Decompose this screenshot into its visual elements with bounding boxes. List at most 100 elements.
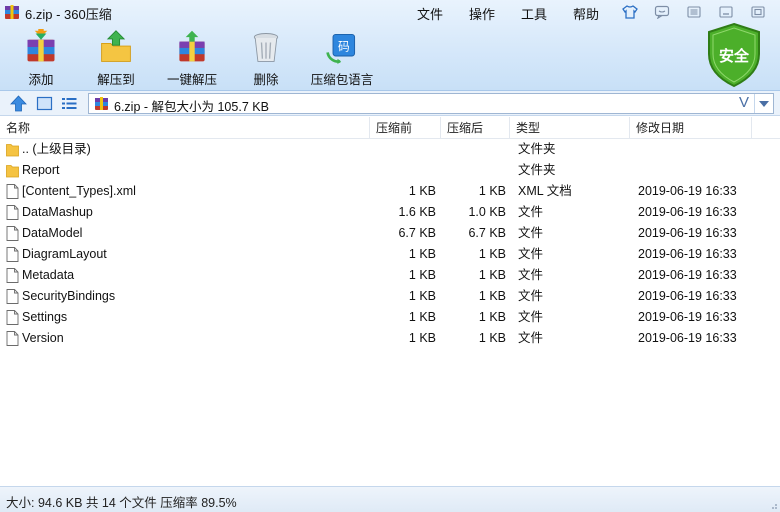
file-icon xyxy=(6,226,19,241)
table-row[interactable]: SecurityBindings 1 KB 1 KB 文件 2019-06-19… xyxy=(0,286,780,307)
safe-badge[interactable]: 安全 xyxy=(705,22,763,88)
file-name: DiagramLayout xyxy=(22,247,107,261)
one-click-extract-icon xyxy=(179,30,205,62)
delete-button[interactable]: 删除 xyxy=(244,26,288,88)
table-row[interactable]: .. (上级目录) 文件夹 xyxy=(0,139,780,160)
size-before: 6.7 KB xyxy=(398,226,436,240)
table-row[interactable]: Report 文件夹 xyxy=(0,160,780,181)
column-type[interactable]: 类型 xyxy=(510,117,630,139)
app-logo-icon xyxy=(5,5,19,19)
size-after xyxy=(442,139,506,160)
maximize-button[interactable] xyxy=(746,2,770,21)
size-after: 1 KB xyxy=(478,268,506,282)
file-type: 文件夹 xyxy=(518,142,556,156)
file-modified: 2019-06-19 16:33 xyxy=(638,226,737,240)
menu-bar: 文件 操作 工具 帮助 xyxy=(404,4,612,23)
size-before: 1 KB xyxy=(408,289,436,303)
file-name: [Content_Types].xml xyxy=(22,184,136,198)
size-before xyxy=(372,160,436,181)
file-type: 文件 xyxy=(518,247,544,261)
feedback-button[interactable] xyxy=(650,2,674,21)
table-row[interactable]: Version 1 KB 1 KB 文件 2019-06-19 16:33 xyxy=(0,328,780,349)
file-type: 文件 xyxy=(518,268,544,282)
svg-text:码: 码 xyxy=(338,40,350,54)
extract-to-label: 解压到 xyxy=(97,73,135,87)
hamburger-icon xyxy=(687,5,701,18)
file-type: 文件夹 xyxy=(518,163,556,177)
size-before xyxy=(372,139,436,160)
table-row[interactable]: Settings 1 KB 1 KB 文件 2019-06-19 16:33 xyxy=(0,307,780,328)
table-row[interactable]: DataMashup 1.6 KB 1.0 KB 文件 2019-06-19 1… xyxy=(0,202,780,223)
status-text: 大小: 94.6 KB 共 14 个文件 压缩率 89.5% xyxy=(6,496,237,510)
folder-icon xyxy=(6,165,19,178)
column-after[interactable]: 压缩后 xyxy=(441,117,510,139)
size-after xyxy=(442,160,506,181)
safe-badge-label: 安全 xyxy=(718,48,749,65)
window-header: 6.zip - 360压缩 文件 操作 工具 帮助 添加 解压到 一键解压 删除… xyxy=(0,0,780,91)
file-name: Settings xyxy=(22,310,68,324)
minimize-button[interactable] xyxy=(714,2,738,21)
up-arrow-icon[interactable] xyxy=(10,95,27,112)
file-type: 文件 xyxy=(518,289,544,303)
size-after: 1 KB xyxy=(478,247,506,261)
size-after: 1 KB xyxy=(478,289,506,303)
column-name[interactable]: 名称 xyxy=(0,117,370,139)
maximize-icon xyxy=(751,5,765,18)
skin-button[interactable] xyxy=(618,2,642,21)
file-name: DataModel xyxy=(22,226,83,240)
add-button[interactable]: 添加 xyxy=(18,26,64,88)
file-modified: 2019-06-19 16:33 xyxy=(638,310,737,324)
file-name: DataMashup xyxy=(22,205,93,219)
table-row[interactable]: [Content_Types].xml 1 KB 1 KB XML 文档 201… xyxy=(0,181,780,202)
menu-tools[interactable]: 工具 xyxy=(508,4,560,23)
size-before: 1.6 KB xyxy=(398,205,436,219)
resize-grip-icon[interactable] xyxy=(768,500,778,510)
file-modified: 2019-06-19 16:33 xyxy=(638,205,737,219)
table-row[interactable]: DiagramLayout 1 KB 1 KB 文件 2019-06-19 16… xyxy=(0,244,780,265)
extract-to-button[interactable]: 解压到 xyxy=(93,26,139,88)
list-view-icon[interactable] xyxy=(61,95,78,112)
title-bar: 6.zip - 360压缩 文件 操作 工具 帮助 xyxy=(0,0,780,24)
column-before[interactable]: 压缩前 xyxy=(370,117,441,139)
status-bar: 大小: 94.6 KB 共 14 个文件 压缩率 89.5% xyxy=(0,486,780,512)
file-type: XML 文档 xyxy=(518,184,572,198)
menu-file[interactable]: 文件 xyxy=(404,4,456,23)
table-row[interactable]: DataModel 6.7 KB 6.7 KB 文件 2019-06-19 16… xyxy=(0,223,780,244)
folder-icon xyxy=(6,144,19,157)
size-before: 1 KB xyxy=(408,247,436,261)
delete-label: 删除 xyxy=(253,73,279,87)
column-modified[interactable]: 修改日期 xyxy=(630,117,752,139)
size-after: 1.0 KB xyxy=(468,205,506,219)
address-bar[interactable]: 6.zip - 解包大小为 105.7 KB V xyxy=(88,93,774,114)
address-row: 6.zip - 解包大小为 105.7 KB V xyxy=(0,91,780,116)
archive-language-button[interactable]: 码 压缩包语言 xyxy=(309,26,375,88)
one-click-extract-label: 一键解压 xyxy=(166,73,217,87)
minimize-icon xyxy=(719,5,733,18)
address-dropdown-button[interactable] xyxy=(754,94,773,113)
archive-language-icon: 码 xyxy=(326,33,356,65)
one-click-extract-button[interactable]: 一键解压 xyxy=(166,26,218,88)
thumbnail-view-icon[interactable] xyxy=(36,95,53,112)
menu-operate[interactable]: 操作 xyxy=(456,4,508,23)
file-modified: 2019-06-19 16:33 xyxy=(638,247,737,261)
file-modified: 2019-06-19 16:33 xyxy=(638,289,737,303)
address-path: 6.zip - 解包大小为 105.7 KB xyxy=(114,100,269,114)
file-modified: 2019-06-19 16:33 xyxy=(638,184,737,198)
window-title: 6.zip - 360压缩 xyxy=(25,7,112,22)
menu-button[interactable] xyxy=(682,2,706,21)
file-list: .. (上级目录) 文件夹 Report 文件夹 [Content_Types]… xyxy=(0,139,780,349)
size-after: 1 KB xyxy=(478,310,506,324)
add-label: 添加 xyxy=(28,73,54,87)
trash-icon xyxy=(253,33,279,62)
file-name: Version xyxy=(22,331,64,345)
file-name: SecurityBindings xyxy=(22,289,116,303)
menu-help[interactable]: 帮助 xyxy=(560,4,612,23)
file-icon xyxy=(6,184,19,199)
file-name: .. (上级目录) xyxy=(22,142,91,156)
address-v-glyph[interactable]: V xyxy=(739,94,749,111)
file-icon xyxy=(6,268,19,283)
size-after: 6.7 KB xyxy=(468,226,506,240)
file-icon xyxy=(6,205,19,220)
table-row[interactable]: Metadata 1 KB 1 KB 文件 2019-06-19 16:33 xyxy=(0,265,780,286)
archive-language-label: 压缩包语言 xyxy=(310,73,374,87)
